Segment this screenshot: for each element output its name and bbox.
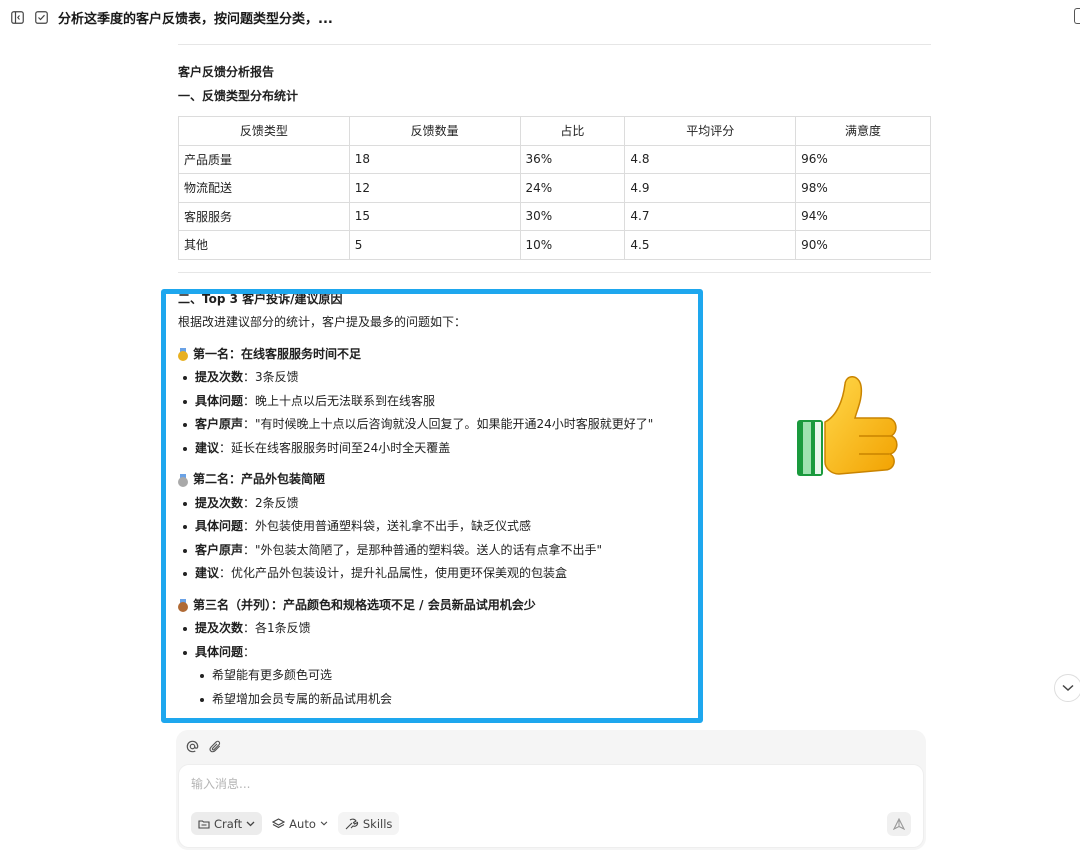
table-header-row: 反馈类型 反馈数量 占比 平均评分 满意度: [178, 116, 931, 146]
table-header-cell: 平均评分: [624, 116, 797, 146]
table-cell: 98%: [795, 173, 931, 203]
table-cell: 4.8: [624, 144, 797, 174]
send-button[interactable]: [887, 812, 911, 836]
table-cell: 94%: [795, 201, 931, 231]
section-divider: [178, 272, 931, 273]
table-row: 其他 5 10% 4.5 90%: [178, 230, 931, 260]
table-cell: 客服服务: [178, 201, 350, 231]
conversation-title: 分析这季度的客户反馈表，按问题类型分类，...: [58, 11, 333, 27]
tools-icon: [345, 818, 358, 829]
new-task-icon[interactable]: [34, 10, 48, 24]
panel-toggle-icon[interactable]: [1074, 8, 1080, 24]
table-cell: 4.5: [624, 230, 797, 260]
attachment-icon[interactable]: [209, 738, 222, 757]
table-cell: 90%: [795, 230, 931, 260]
chevron-down-icon: [320, 821, 328, 826]
sidebar-toggle-icon[interactable]: [10, 10, 24, 24]
table-cell: 18: [348, 144, 521, 174]
table-cell: 12: [348, 173, 521, 203]
table-header-cell: 反馈数量: [348, 116, 521, 146]
layers-icon: [272, 817, 286, 828]
report-title: 客户反馈分析报告: [178, 65, 275, 79]
send-icon: [893, 818, 905, 830]
chevron-down-icon: [246, 821, 255, 826]
chevron-down-icon: [1062, 684, 1074, 692]
mention-icon[interactable]: [186, 738, 199, 757]
table-cell: 10%: [519, 230, 626, 260]
table-row: 产品质量 18 36% 4.8 96%: [178, 144, 931, 174]
table-cell: 4.9: [624, 173, 797, 203]
craft-label: Craft: [214, 816, 243, 831]
scroll-down-button[interactable]: [1054, 674, 1080, 702]
folder-icon: [198, 819, 210, 829]
table-cell: 其他: [178, 230, 350, 260]
skills-button[interactable]: Skills: [337, 812, 400, 835]
table-cell: 5: [348, 230, 521, 260]
table-row: 客服服务 15 30% 4.7 94%: [178, 201, 931, 231]
table-row: 物流配送 12 24% 4.9 98%: [178, 173, 931, 203]
message-composer: 输入消息... Craft Auto Skills: [176, 730, 926, 850]
table-header-cell: 占比: [519, 116, 626, 146]
highlight-annotation-box: [161, 289, 703, 723]
table-cell: 产品质量: [178, 144, 350, 174]
table-cell: 物流配送: [178, 173, 350, 203]
table-cell: 96%: [795, 144, 931, 174]
craft-mode-dropdown[interactable]: Craft: [191, 812, 263, 835]
table-cell: 30%: [519, 201, 626, 231]
top-bar: 分析这季度的客户反馈表，按问题类型分类，...: [0, 0, 1080, 34]
auto-model-dropdown[interactable]: Auto: [270, 812, 330, 835]
table-cell: 15: [348, 201, 521, 231]
top-divider: [178, 44, 931, 45]
auto-label: Auto: [289, 816, 316, 831]
table-cell: 4.7: [624, 201, 797, 231]
section-1-title: 一、反馈类型分布统计: [178, 89, 299, 103]
table-header-cell: 满意度: [795, 116, 931, 146]
table-header-cell: 反馈类型: [178, 116, 350, 146]
thumbs-up-icon: [797, 376, 898, 476]
feedback-table: 反馈类型 反馈数量 占比 平均评分 满意度 产品质量 18 36% 4.8 96…: [178, 116, 931, 260]
message-input[interactable]: 输入消息...: [191, 775, 250, 792]
message-input-area[interactable]: 输入消息... Craft Auto Skills: [178, 764, 924, 848]
skills-label: Skills: [362, 816, 393, 831]
table-cell: 36%: [519, 144, 626, 174]
table-cell: 24%: [519, 173, 626, 203]
